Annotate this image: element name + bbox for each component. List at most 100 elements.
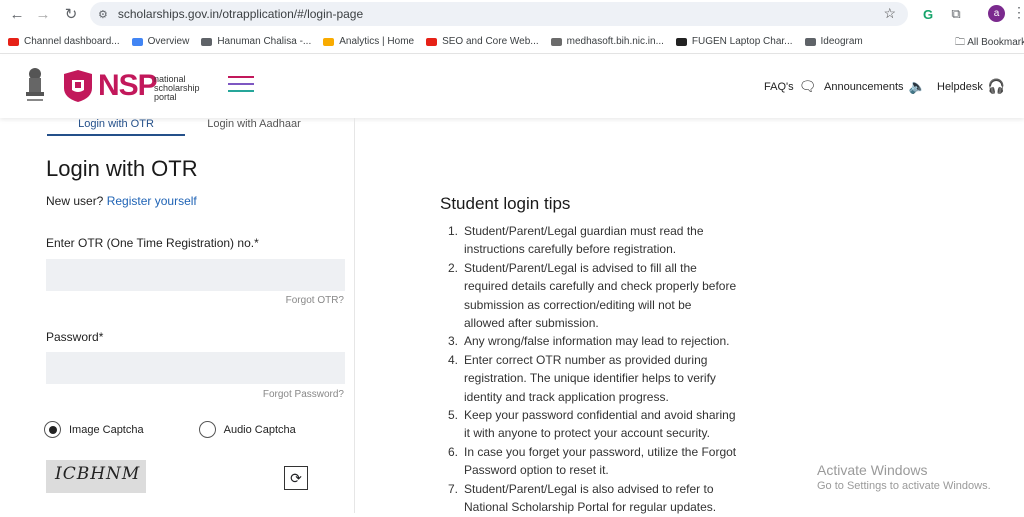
bookmark-item[interactable]: SEO and Core Web... (426, 36, 539, 47)
extensions-icon[interactable]: ⧉ (946, 4, 966, 24)
helpdesk-label: Helpdesk (937, 80, 983, 93)
tip-text: Any wrong/false information may lead to … (464, 332, 729, 350)
profile-avatar[interactable]: a (988, 5, 1005, 22)
image-captcha-radio[interactable] (44, 421, 61, 438)
tip-line: National Scholarship Portal for regular … (464, 500, 717, 515)
tip-number: 1. (448, 224, 459, 238)
site-info-icon[interactable]: ⚙ (98, 8, 108, 21)
tip-line: In case you forget your password, utiliz… (464, 444, 737, 459)
grammarly-icon[interactable]: G (918, 4, 938, 24)
forgot-otr-link[interactable]: Forgot OTR? (286, 295, 344, 306)
tip-number: 4. (448, 352, 459, 367)
announcements-label: Announcements (824, 80, 904, 93)
bookmark-item[interactable]: FUGEN Laptop Char... (675, 36, 793, 47)
tip-item: 4. Enter correct OTR number as provided d… (448, 351, 748, 406)
tip-text: Student/Parent/Legal is also advised to … (464, 480, 716, 517)
nsp-logo-subtitle: national scholarship portal (154, 74, 200, 102)
windows-activation-watermark: Activate Windows Go to Settings to activ… (817, 462, 991, 492)
tips-title: Student login tips (440, 194, 571, 213)
login-tabs: Login with OTR Login with Aadhaar (47, 118, 323, 136)
bookmark-item[interactable]: medhasoft.bih.nic.in... (550, 36, 664, 47)
tip-line: required details carefully and check pro… (464, 279, 737, 294)
bookmark-label: FUGEN Laptop Char... (691, 36, 793, 47)
back-arrow-icon[interactable]: ← (4, 1, 30, 27)
tip-line: submission as correction/editing will no… (464, 297, 692, 312)
bookmark-favicon-icon (550, 37, 562, 46)
tip-line: Enter correct OTR number as provided dur… (464, 352, 708, 367)
page-title: Login with OTR (46, 156, 198, 181)
tab-login-otr[interactable]: Login with OTR (47, 118, 185, 136)
tip-line: Student/Parent/Legal is advised to fill … (464, 260, 697, 275)
register-link[interactable]: Register yourself (107, 194, 197, 208)
tip-line: Password option to reset it. (464, 463, 609, 478)
faq-link[interactable]: FAQ's 🗨 (764, 78, 816, 95)
bookmark-label: Channel dashboard... (24, 36, 120, 47)
tip-number: 6. (448, 444, 459, 459)
bookmark-favicon-icon (201, 37, 213, 46)
password-input[interactable] (46, 352, 345, 384)
bookmark-favicon-icon (131, 37, 143, 46)
tip-line: Student/Parent/Legal guardian must read … (464, 224, 704, 238)
tip-line: Keep your password confidential and avoi… (464, 408, 736, 423)
forward-arrow-icon[interactable]: → (30, 1, 56, 27)
national-emblem-icon (26, 68, 44, 101)
bookmark-item[interactable]: Overview (131, 36, 190, 47)
menu-icon[interactable]: ⋮ (1012, 4, 1024, 21)
tab-login-aadhaar[interactable]: Login with Aadhaar (185, 118, 323, 136)
tip-item: 6. In case you forget your password, util… (448, 443, 748, 480)
helpdesk-link[interactable]: Helpdesk 🎧 (937, 78, 1005, 95)
bookmark-item[interactable]: Ideogram (804, 36, 863, 47)
bookmark-label: medhasoft.bih.nic.in... (566, 36, 664, 47)
tip-line: Any wrong/false information may lead to … (464, 334, 730, 349)
otr-input[interactable] (46, 259, 345, 291)
login-panel: Login with OTR Login with Aadhaar Login … (0, 118, 355, 513)
site-header: NSP national scholarship portal FAQ's 🗨 … (0, 56, 1024, 118)
bookmark-favicon-icon (8, 37, 19, 46)
address-bar[interactable]: ⚙ scholarships.gov.in/otrapplication/#/l… (90, 2, 908, 26)
forgot-password-link[interactable]: Forgot Password? (263, 389, 344, 400)
bookmark-favicon-icon (426, 37, 438, 46)
tip-line: it with anyone to protect your account s… (464, 426, 710, 441)
new-user-text: New user? Register yourself (46, 194, 197, 208)
tip-line: identity and track application progress. (464, 389, 669, 404)
bookmark-label: Hanuman Chalisa -... (217, 36, 312, 47)
reload-icon[interactable]: ↻ (58, 1, 84, 27)
bookmark-favicon-icon (804, 37, 816, 46)
bookmark-label: Ideogram (820, 36, 863, 47)
headset-icon: 🎧 (987, 78, 1006, 94)
announcements-link[interactable]: Announcements 🔈 (824, 78, 926, 95)
hamburger-menu-icon[interactable] (228, 76, 254, 96)
tips-list: 1. Student/Parent/Legal guardian must rea… (448, 222, 748, 517)
bookmark-item[interactable]: Analytics | Home (323, 36, 414, 47)
audio-captcha-label: Audio Captcha (223, 423, 296, 436)
tip-line: Student/Parent/Legal is also advised to … (464, 481, 714, 496)
tip-item: 7. Student/Parent/Legal is also advised t… (448, 480, 748, 517)
tip-line: instructions carefully before registrati… (464, 242, 677, 257)
tip-line: allowed after submission. (464, 316, 599, 331)
audio-captcha-radio[interactable] (198, 421, 216, 438)
refresh-captcha-icon[interactable]: ⟳ (284, 466, 308, 490)
bookmark-label: Analytics | Home (339, 36, 415, 47)
tip-text: Student/Parent/Legal is advised to fill … (464, 259, 736, 333)
tip-number: 7. (448, 481, 459, 496)
otr-label: Enter OTR (One Time Registration) no.* (46, 236, 259, 250)
bookmarks-bar: Channel dashboard... Overview Hanuman Chal… (0, 30, 1024, 54)
tip-item: 3. Any wrong/false information may lead t… (448, 332, 748, 350)
bookmark-favicon-icon (675, 37, 687, 46)
all-bookmarks-folder[interactable]: 🗀 All Bookmarks (955, 35, 1024, 52)
bookmark-item[interactable]: Channel dashboard... (8, 36, 120, 47)
image-captcha-label: Image Captcha (69, 423, 144, 436)
chat-bubble-icon: 🗨 (798, 78, 817, 94)
bookmark-star-icon[interactable]: ☆ (883, 5, 896, 22)
bookmark-item[interactable]: Hanuman Chalisa -... (201, 36, 311, 47)
watermark-title: Activate Windows (817, 462, 928, 478)
tip-text: Enter correct OTR number as provided dur… (464, 351, 716, 406)
tip-text: Keep your password confidential and avoi… (464, 406, 736, 443)
tip-item: 1. Student/Parent/Legal guardian must rea… (448, 222, 748, 259)
tip-number: 2. (448, 260, 459, 275)
bookmark-label: Overview (147, 36, 190, 47)
tip-text: Student/Parent/Legal guardian must read … (464, 222, 704, 259)
tip-number: 3. (448, 334, 459, 349)
tip-text: In case you forget your password, utiliz… (464, 443, 736, 480)
password-label: Password* (46, 330, 104, 344)
